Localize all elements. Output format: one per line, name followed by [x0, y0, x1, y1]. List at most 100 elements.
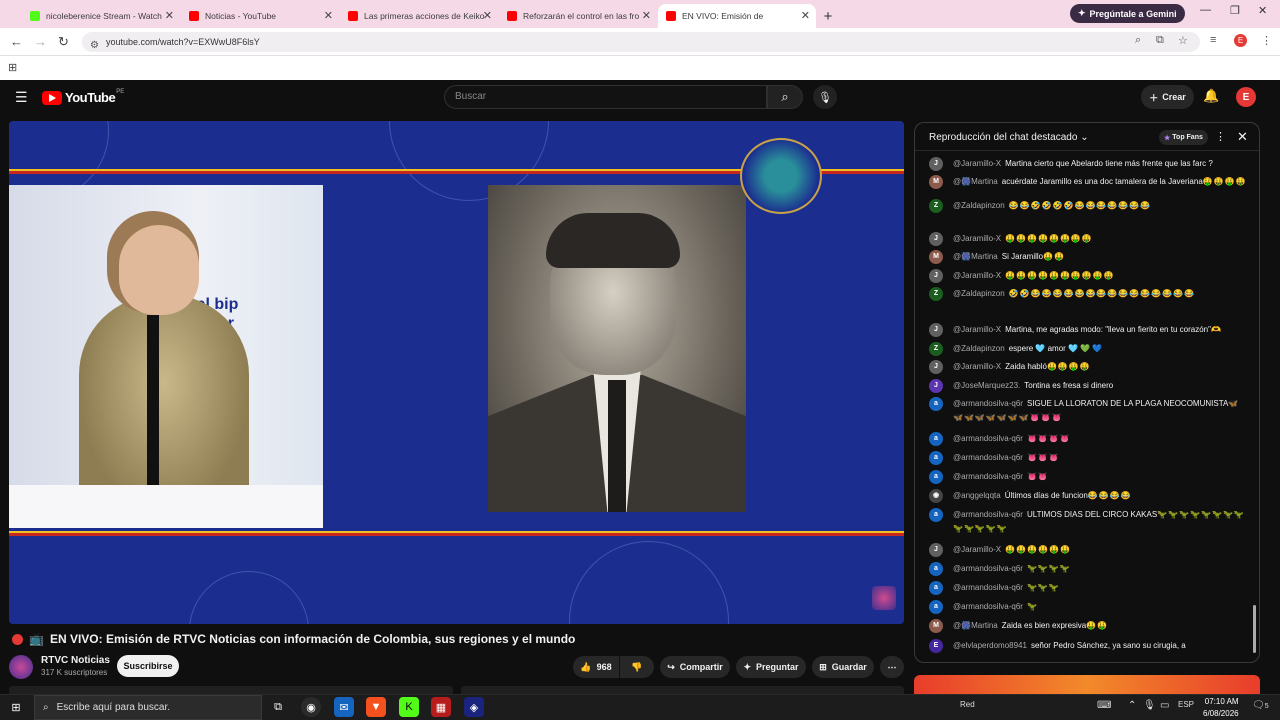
minimize-icon[interactable]: — [1200, 4, 1211, 16]
chat-author-name[interactable]: @armandosilva-q6r [953, 472, 1023, 481]
close-tab-icon[interactable]: ✕ [165, 9, 174, 22]
close-tab-icon[interactable]: ✕ [324, 9, 333, 22]
chat-message[interactable]: a @armandosilva-q6r 👅👅👅 [929, 451, 1247, 465]
chat-author-name[interactable]: @Jaramillo-X [953, 545, 1001, 554]
browser-tab-active[interactable]: EN VIVO: Emisión de ✕ [658, 4, 816, 28]
chrome-icon[interactable]: ◉ [301, 697, 321, 717]
browser-tab[interactable]: Reforzarán el control en las fro ✕ [499, 4, 657, 28]
chat-author-avatar[interactable]: ◉ [929, 489, 943, 503]
chat-author-name[interactable]: @Jaramillo-X [953, 271, 1001, 280]
bookmark-star-icon[interactable]: ☆ [1178, 34, 1188, 47]
forward-icon[interactable]: → [34, 34, 47, 49]
chat-message[interactable]: Z @Zaldapinzon 😂😂🤣🤣🤣🤣😂😂😂😂😂😂😂 [929, 199, 1247, 213]
reload-icon[interactable]: ↻ [58, 34, 69, 50]
save-button[interactable]: ⊞ Guardar [812, 656, 874, 678]
task-view-icon[interactable]: ⧉ [268, 697, 288, 717]
ask-button[interactable]: ✦ Preguntar [736, 656, 806, 678]
chat-author-avatar[interactable]: a [929, 562, 943, 576]
close-tab-icon[interactable]: ✕ [483, 9, 492, 22]
chat-author-avatar[interactable]: a [929, 451, 943, 465]
chat-message[interactable]: a @armandosilva-q6r 🦖🦖🦖🦖 [929, 562, 1247, 576]
browser-tab[interactable]: nicoleberenice Stream - Watch ✕ [22, 4, 180, 28]
chat-author-name[interactable]: @armandosilva-q6r [953, 434, 1023, 443]
url-field[interactable]: ⚙ youtube.com/watch?v=EXWwU8F6lsY [82, 32, 1200, 52]
chat-author-avatar[interactable]: J [929, 543, 943, 557]
chat-message[interactable]: J @Jaramillo-X 🤑🤑🤑🤑🤑🤑 [929, 543, 1247, 557]
voice-search-button[interactable]: 🎙 [813, 85, 837, 109]
chat-author-name[interactable]: @Zaldapinzon [953, 344, 1005, 353]
chat-author-avatar[interactable]: a [929, 470, 943, 484]
like-button[interactable]: 👍 968 [573, 656, 619, 678]
chat-author-avatar[interactable]: a [929, 581, 943, 595]
chat-author-name[interactable]: @elvlaperdomo8941 [953, 641, 1027, 650]
browser-tab[interactable]: Noticias - YouTube ✕ [181, 4, 339, 28]
chat-author-name[interactable]: @armandosilva-q6r [953, 602, 1023, 611]
zoom-icon[interactable]: ⌕ [1135, 34, 1141, 47]
gemini-button[interactable]: ✦ Pregúntale a Gemini [1070, 4, 1185, 23]
chat-author-avatar[interactable]: Z [929, 199, 943, 213]
chat-message[interactable]: M @🎆Martina Si Jaramillo🤑🤑 [929, 250, 1247, 264]
channel-avatar[interactable] [9, 655, 33, 679]
app-icon[interactable]: ▦ [431, 697, 451, 717]
chat-author-avatar[interactable]: a [929, 600, 943, 614]
windows-start-icon[interactable]: ⊞ [6, 697, 26, 717]
chat-message[interactable]: J @Jaramillo-X Martina, me agradas modo: "… [929, 323, 1247, 337]
chat-author-avatar[interactable]: J [929, 379, 943, 393]
chat-author-avatar[interactable]: a [929, 432, 943, 446]
chat-author-avatar[interactable]: J [929, 323, 943, 337]
chat-author-name[interactable]: @Zaldapinzon [953, 289, 1005, 298]
subscribe-button[interactable]: Suscribirse [117, 655, 179, 677]
chat-message[interactable]: J @Jaramillo-X Zaida habló🤑🤑🤑🤑 [929, 360, 1247, 374]
close-window-icon[interactable]: ✕ [1258, 4, 1267, 17]
chat-message[interactable]: M @🎆Martina Zaida es bien expresiva🤑🤑 [929, 619, 1247, 633]
chat-message[interactable]: a @armandosilva-q6r 👅👅 [929, 470, 1247, 484]
chat-message[interactable]: J @Jaramillo-X 🤑🤑🤑🤑🤑🤑🤑🤑 [929, 232, 1247, 246]
chat-author-name[interactable]: @armandosilva-q6r [953, 399, 1023, 408]
chat-author-avatar[interactable]: M [929, 619, 943, 633]
close-tab-icon[interactable]: ✕ [801, 9, 810, 22]
search-button[interactable]: ⌕ [767, 85, 803, 109]
microphone-tray-icon[interactable]: 🎙 [1143, 700, 1156, 711]
channel-name[interactable]: RTVC Noticias [41, 655, 110, 666]
chat-author-avatar[interactable]: E [929, 639, 943, 653]
chat-author-name[interactable]: @anggelqqta [953, 491, 1001, 500]
close-tab-icon[interactable]: ✕ [642, 9, 651, 22]
chat-author-avatar[interactable]: J [929, 157, 943, 171]
chat-author-name[interactable]: @Jaramillo-X [953, 234, 1001, 243]
chat-message[interactable]: a @armandosilva-q6r 👅👅👅👅 [929, 432, 1247, 446]
chat-options-icon[interactable]: ⋮ [1215, 130, 1226, 143]
profile-avatar[interactable]: E [1234, 34, 1247, 47]
chat-author-name[interactable]: @Zaldapinzon [953, 201, 1005, 210]
chat-author-avatar[interactable]: M [929, 175, 943, 189]
network-tray-icon[interactable]: ▭ [1160, 700, 1169, 711]
hamburger-menu-icon[interactable]: ☰ [15, 89, 28, 106]
browser-menu-icon[interactable]: ⋮ [1261, 34, 1272, 47]
notifications-icon[interactable]: 🗨5 [1252, 700, 1269, 711]
network-label[interactable]: Red [960, 700, 975, 709]
dislike-button[interactable]: 👎 [620, 656, 654, 678]
chat-author-name[interactable]: @🎆Martina [953, 177, 998, 186]
chat-author-name[interactable]: @armandosilva-q6r [953, 510, 1023, 519]
share-button[interactable]: ↪ Compartir [660, 656, 730, 678]
chat-author-name[interactable]: @Jaramillo-X [953, 362, 1001, 371]
chat-message[interactable]: Z @Zaldapinzon espere 🩵 amor 🩵 💚 💙 [929, 342, 1247, 356]
chat-author-avatar[interactable]: Z [929, 287, 943, 301]
chat-author-avatar[interactable]: J [929, 269, 943, 283]
chat-message[interactable]: a @armandosilva-q6r 🦖🦖🦖 [929, 581, 1247, 595]
chat-author-name[interactable]: @armandosilva-q6r [953, 564, 1023, 573]
chat-author-avatar[interactable]: a [929, 397, 943, 411]
search-input[interactable]: Buscar [444, 85, 767, 109]
browser-tab[interactable]: Las primeras acciones de Keiko ✕ [340, 4, 498, 28]
chat-author-name[interactable]: @🎆Martina [953, 621, 998, 630]
media-control-icon[interactable]: ≡ [1210, 34, 1216, 46]
new-tab-button[interactable]: + [816, 4, 840, 28]
chat-author-name[interactable]: @armandosilva-q6r [953, 453, 1023, 462]
chat-author-avatar[interactable]: a [929, 508, 943, 522]
chat-author-name[interactable]: @Jaramillo-X [953, 159, 1001, 168]
chat-author-name[interactable]: @Jaramillo-X [953, 325, 1001, 334]
chat-author-name[interactable]: @armandosilva-q6r [953, 583, 1023, 592]
taskbar-search-input[interactable]: ⌕ Escribe aquí para buscar. [34, 695, 262, 720]
keyboard-icon[interactable]: ⌨ [1097, 700, 1111, 711]
notifications-bell-icon[interactable]: 🔔 [1203, 88, 1219, 104]
chat-message[interactable]: J @Jaramillo-X Martina cierto que Abelardo… [929, 157, 1247, 171]
